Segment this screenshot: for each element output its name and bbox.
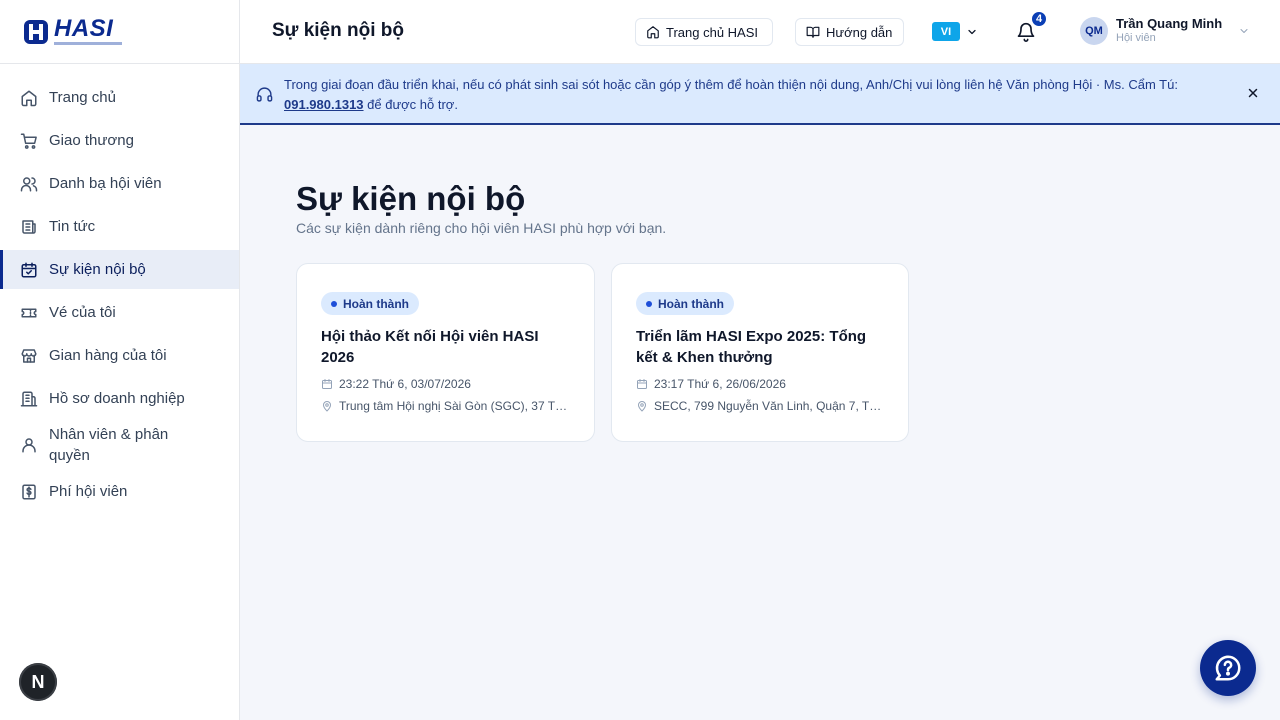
avatar: QM xyxy=(1080,16,1108,45)
guide-button-label: Hướng dẫn xyxy=(826,24,893,40)
page-title: Sự kiện nội bộ xyxy=(296,180,526,217)
sidebar-item-label: Nhân viên & phân quyền xyxy=(49,426,169,464)
sidebar-item-my-store[interactable]: Gian hàng của tôi xyxy=(0,336,239,375)
sidebar-item-label: Hồ sơ doanh nghiệp xyxy=(49,390,185,407)
status-badge-label: Hoàn thành xyxy=(658,296,724,311)
sidebar-item-label: Sự kiện nội bộ xyxy=(49,261,146,278)
user-menu[interactable]: QM Trần Quang Minh Hội viên xyxy=(1080,16,1250,45)
language-selector[interactable]: VI xyxy=(932,22,978,41)
floating-app-avatar[interactable]: N xyxy=(19,663,57,701)
notification-count-badge: 4 xyxy=(1030,10,1048,28)
event-card[interactable]: Hoàn thành Hội thảo Kết nối Hội viên HAS… xyxy=(296,263,595,442)
sidebar-item-trade[interactable]: Giao thương xyxy=(0,121,239,160)
event-card[interactable]: Hoàn thành Triển lãm HASI Expo 2025: Tổn… xyxy=(611,263,909,442)
sidebar-item-news[interactable]: Tin tức xyxy=(0,207,239,246)
calendar-check-icon xyxy=(21,262,37,277)
cart-icon xyxy=(20,133,37,149)
sidebar-item-label: Vé của tôi xyxy=(49,304,116,321)
status-dot xyxy=(646,300,652,307)
user-info: Trần Quang Minh Hội viên xyxy=(1116,16,1222,45)
sidebar-item-label: Danh bạ hội viên xyxy=(49,175,162,192)
book-open-icon xyxy=(806,26,820,38)
guide-button[interactable]: Hướng dẫn xyxy=(795,18,904,46)
header-title: Sự kiện nội bộ xyxy=(272,20,404,41)
top-header: Sự kiện nội bộ Trang chủ HASI Hướng dẫn … xyxy=(240,0,1280,64)
map-pin-icon xyxy=(638,401,646,412)
banner-phone-link[interactable]: 091.980.1313 xyxy=(284,97,364,112)
calendar-icon xyxy=(637,379,647,389)
event-location-text: Trung tâm Hội nghị Sài Gòn (SGC), 37 Tôn… xyxy=(339,399,571,413)
logo-wordmark: HASI xyxy=(54,15,114,42)
event-title: Triển lãm HASI Expo 2025: Tổng kết & Khe… xyxy=(636,328,867,366)
status-badge: Hoàn thành xyxy=(636,292,734,315)
home-icon xyxy=(647,26,659,39)
event-datetime: 23:17 Thứ 6, 26/06/2026 xyxy=(636,377,886,391)
logo-tagline-bar xyxy=(54,42,122,45)
language-badge: VI xyxy=(932,22,960,41)
logo-mark-icon xyxy=(24,19,48,44)
ticket-icon xyxy=(21,308,37,317)
sidebar-item-member-directory[interactable]: Danh bạ hội viên xyxy=(0,164,239,203)
hasi-logo[interactable]: HASI xyxy=(22,15,122,46)
sidebar-item-home[interactable]: Trang chủ xyxy=(0,78,239,117)
newspaper-icon xyxy=(22,219,36,234)
event-datetime-text: 23:22 Thứ 6, 03/07/2026 xyxy=(339,377,471,391)
hasi-home-button-label: Trang chủ HASI xyxy=(666,24,759,40)
sidebar-item-label: Phí hội viên xyxy=(49,483,128,500)
event-location-text: SECC, 799 Nguyễn Văn Linh, Quận 7, TP.HC… xyxy=(654,399,886,413)
headset-icon xyxy=(256,87,273,102)
status-badge-label: Hoàn thành xyxy=(343,296,409,311)
event-datetime-text: 23:17 Thứ 6, 26/06/2026 xyxy=(654,377,786,391)
map-pin-icon xyxy=(323,401,331,412)
logo-text: HASI xyxy=(54,15,122,45)
sidebar-item-my-tickets[interactable]: Vé của tôi xyxy=(0,293,239,332)
banner-text-after: để được hỗ trợ. xyxy=(363,97,458,112)
user-icon xyxy=(22,438,36,453)
help-chat-icon xyxy=(1215,655,1241,681)
close-icon[interactable] xyxy=(1247,87,1259,99)
user-name: Trần Quang Minh xyxy=(1116,16,1223,31)
event-location: Trung tâm Hội nghị Sài Gòn (SGC), 37 Tôn… xyxy=(321,399,571,413)
sidebar-nav: Trang chủ Giao thương Danh bạ hội viên T… xyxy=(0,64,239,511)
sidebar-item-label: Tin tức xyxy=(49,218,96,235)
home-icon xyxy=(21,90,37,106)
sidebar-item-internal-events[interactable]: Sự kiện nội bộ xyxy=(0,250,239,289)
calendar-icon xyxy=(322,379,332,389)
logo-area: HASI xyxy=(0,0,239,64)
status-dot xyxy=(331,300,337,307)
user-role: Hội viên xyxy=(1116,32,1156,44)
help-chat-button[interactable] xyxy=(1200,640,1256,696)
store-icon xyxy=(21,348,37,363)
page-subtitle: Các sự kiện dành riêng cho hội viên HASI… xyxy=(296,220,667,236)
sidebar: HASI Trang chủ Giao thương Danh bạ hội v… xyxy=(0,0,240,720)
sidebar-item-company-profile[interactable]: Hồ sơ doanh nghiệp xyxy=(0,379,239,418)
banner-text-before: Trong giai đoạn đầu triển khai, nếu có p… xyxy=(284,77,1178,92)
sidebar-item-label: Giao thương xyxy=(49,132,134,149)
chevron-down-icon xyxy=(968,29,976,34)
event-datetime: 23:22 Thứ 6, 03/07/2026 xyxy=(321,377,571,391)
banner-message: Trong giai đoạn đầu triển khai, nếu có p… xyxy=(284,75,1214,115)
support-banner: Trong giai đoạn đầu triển khai, nếu có p… xyxy=(240,64,1280,125)
sidebar-item-staff-permissions[interactable]: Nhân viên & phân quyền xyxy=(0,422,239,468)
sidebar-item-label: Gian hàng của tôi xyxy=(49,347,167,364)
floating-app-avatar-letter: N xyxy=(31,671,45,692)
hasi-home-button[interactable]: Trang chủ HASI xyxy=(635,18,773,46)
users-icon xyxy=(20,176,38,191)
sidebar-item-label: Trang chủ xyxy=(49,89,116,106)
status-badge: Hoàn thành xyxy=(321,292,419,315)
event-title: Hội thảo Kết nối Hội viên HASI 2026 xyxy=(321,328,539,366)
sidebar-item-membership-fee[interactable]: Phí hội viên xyxy=(0,472,239,511)
event-location: SECC, 799 Nguyễn Văn Linh, Quận 7, TP.HC… xyxy=(636,399,886,413)
chevron-down-icon xyxy=(1240,28,1248,33)
building-icon xyxy=(20,391,38,406)
dollar-icon xyxy=(22,484,36,499)
